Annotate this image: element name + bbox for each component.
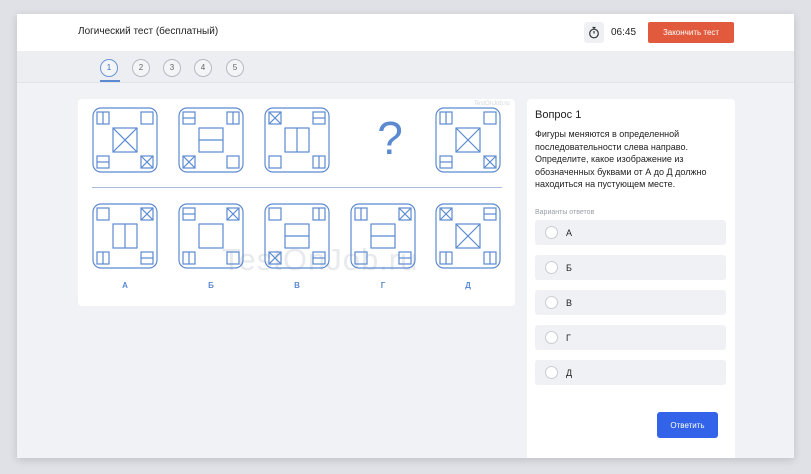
step-4[interactable]: 4 [194, 59, 212, 77]
radio-button[interactable] [545, 366, 558, 379]
answer-label: А [566, 228, 573, 238]
puzzle-card: TestOnJob.ru TestOnJob.ru ? А Б В Г Д [78, 99, 515, 306]
answer-option-v[interactable]: В [535, 290, 726, 315]
answer-label: В [566, 298, 573, 308]
question-card: Вопрос 1 Фигуры меняются в определенной … [527, 99, 735, 458]
option-figure-v[interactable] [264, 203, 330, 269]
question-text: Фигуры меняются в определенной последова… [535, 129, 707, 189]
step-3[interactable]: 3 [163, 59, 181, 77]
answer-option-d[interactable]: Д [535, 360, 726, 385]
radio-button[interactable] [545, 261, 558, 274]
stopwatch-icon [584, 22, 604, 43]
option-figure-a[interactable] [92, 203, 158, 269]
answer-label: Б [566, 263, 572, 273]
option-label-d: Д [465, 281, 471, 290]
sequence-figure-3 [264, 107, 330, 173]
active-step-indicator [100, 80, 120, 82]
answer-option-a[interactable]: А [535, 220, 726, 245]
radio-button[interactable] [545, 226, 558, 239]
sequence-figure-2 [178, 107, 244, 173]
step-5[interactable]: 5 [226, 59, 244, 77]
top-header: Логический тест (бесплатный) 06:45 Закон… [17, 14, 794, 51]
answer-label: Г [566, 333, 571, 343]
missing-figure-question-mark: ? [377, 112, 403, 164]
step-2[interactable]: 2 [132, 59, 150, 77]
answer-label: Д [566, 368, 573, 378]
radio-button[interactable] [545, 296, 558, 309]
app-window: Логический тест (бесплатный) 06:45 Закон… [17, 14, 794, 458]
answers-label: Варианты ответов [535, 209, 595, 216]
timer-value: 06:45 [611, 27, 637, 38]
submit-answer-button[interactable]: Ответить [657, 412, 718, 438]
sequence-figure-5 [435, 107, 501, 173]
question-stepper: 1 2 3 4 5 [17, 51, 794, 83]
sequence-figure-1 [92, 107, 158, 173]
answer-option-g[interactable]: Г [535, 325, 726, 350]
question-title: Вопрос 1 [535, 109, 582, 121]
option-label-a: А [122, 281, 128, 290]
option-label-v: В [294, 281, 300, 290]
option-figure-d[interactable] [435, 203, 501, 269]
divider [92, 187, 502, 188]
option-label-g: Г [380, 281, 386, 290]
test-title: Логический тест (бесплатный) [78, 26, 219, 37]
option-figure-g[interactable] [350, 203, 416, 269]
answer-option-b[interactable]: Б [535, 255, 726, 280]
finish-test-button[interactable]: Закончить тест [648, 22, 734, 43]
step-1[interactable]: 1 [100, 59, 118, 77]
option-label-b: Б [208, 281, 214, 290]
option-figure-b[interactable] [178, 203, 244, 269]
radio-button[interactable] [545, 331, 558, 344]
